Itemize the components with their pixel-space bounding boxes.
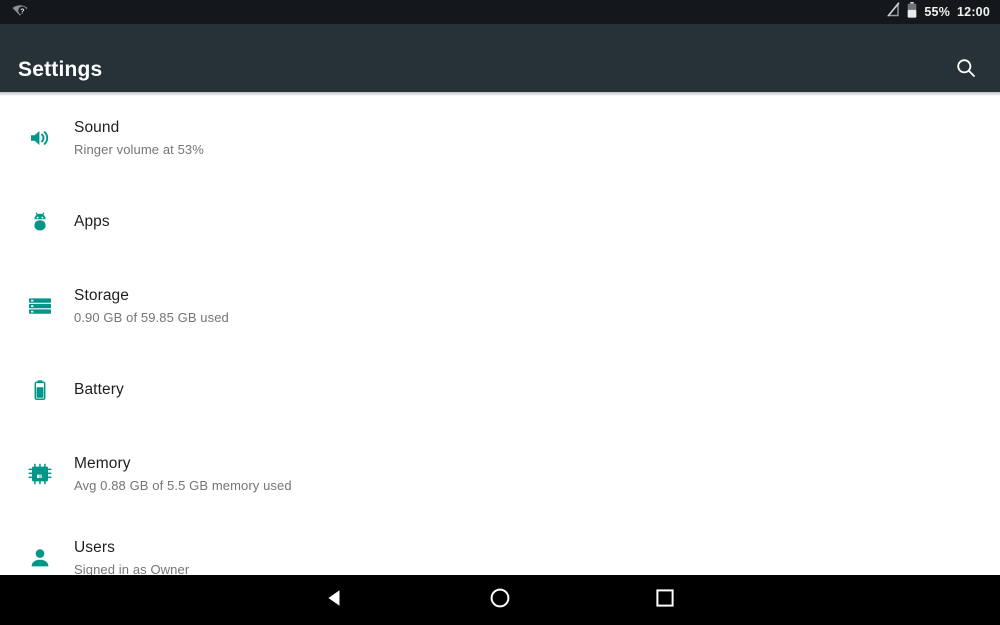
battery-icon <box>0 348 74 432</box>
status-bar-right-icons: 55% 12:00 <box>887 0 990 24</box>
settings-row-storage[interactable]: Storage 0.90 GB of 59.85 GB used <box>0 264 1000 348</box>
wifi-no-internet-icon: ? <box>12 3 28 22</box>
settings-row-battery[interactable]: Battery <box>0 348 1000 432</box>
status-bar: ? 55% 12:00 <box>0 0 1000 24</box>
recents-button[interactable] <box>610 575 720 625</box>
memory-chip-icon <box>0 432 74 516</box>
navigation-bar <box>0 575 1000 625</box>
volume-up-icon <box>0 96 74 180</box>
settings-row-memory[interactable]: Memory Avg 0.88 GB of 5.5 GB memory used <box>0 432 1000 516</box>
settings-screen: ? 55% 12:00 Settings Sound Ringer volume… <box>0 0 1000 625</box>
settings-row-title: Sound <box>74 118 120 136</box>
clock-label: 12:00 <box>957 5 990 19</box>
back-triangle-icon <box>323 586 347 615</box>
android-apps-icon <box>0 180 74 264</box>
settings-row-subtitle: 0.90 GB of 59.85 GB used <box>74 309 229 325</box>
settings-row-text: Sound Ringer volume at 53% <box>74 118 204 159</box>
settings-row-subtitle: Avg 0.88 GB of 5.5 GB memory used <box>74 477 292 493</box>
settings-row-title: Battery <box>74 381 124 398</box>
home-button[interactable] <box>445 575 555 625</box>
settings-row-text: Users Signed in as Owner <box>74 538 189 576</box>
settings-row-subtitle: Ringer volume at 53% <box>74 141 204 157</box>
status-bar-left-icons: ? <box>12 3 28 22</box>
settings-list: Sound Ringer volume at 53% Apps Storage … <box>0 96 1000 575</box>
settings-row-title: Memory <box>74 454 131 472</box>
signal-off-icon <box>887 1 900 22</box>
battery-percent-label: 55% <box>924 5 951 19</box>
storage-icon <box>0 264 74 348</box>
svg-text:?: ? <box>20 8 24 15</box>
settings-row-subtitle: Signed in as Owner <box>74 561 190 576</box>
person-icon <box>0 516 74 575</box>
settings-row-text: Battery <box>74 380 124 400</box>
page-title: Settings <box>18 58 103 81</box>
battery-icon <box>907 1 917 23</box>
app-bar: Settings <box>0 24 1000 92</box>
search-icon <box>955 57 977 84</box>
back-button[interactable] <box>280 575 390 625</box>
settings-row-users[interactable]: Users Signed in as Owner <box>0 516 1000 575</box>
settings-row-text: Storage 0.90 GB of 59.85 GB used <box>74 286 229 327</box>
settings-row-title: Users <box>74 538 115 556</box>
settings-row-title: Storage <box>74 286 129 304</box>
settings-row-title: Apps <box>74 213 110 230</box>
recents-square-icon <box>653 586 677 615</box>
home-circle-icon <box>488 586 512 615</box>
settings-row-apps[interactable]: Apps <box>0 180 1000 264</box>
settings-row-sound[interactable]: Sound Ringer volume at 53% <box>0 96 1000 180</box>
search-button[interactable] <box>949 53 983 87</box>
settings-row-text: Apps <box>74 212 110 232</box>
settings-row-text: Memory Avg 0.88 GB of 5.5 GB memory used <box>74 454 292 495</box>
